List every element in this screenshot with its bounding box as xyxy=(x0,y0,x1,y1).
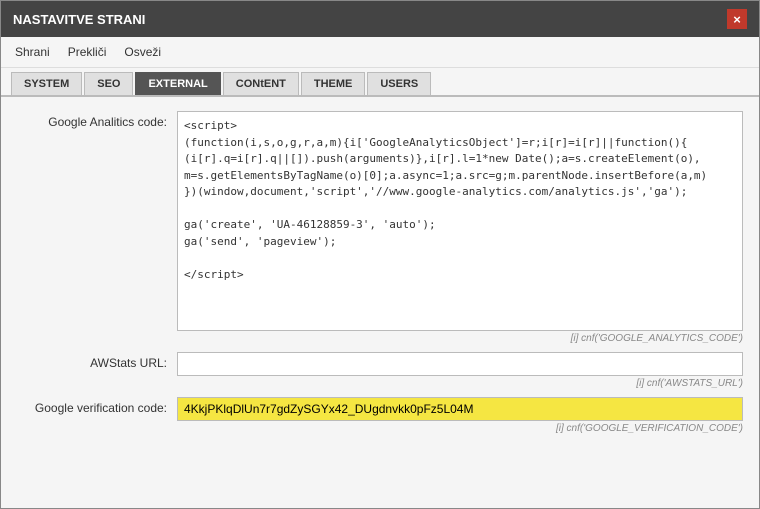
close-button[interactable]: × xyxy=(727,9,747,29)
awstats-field: [i] cnf('AWSTATS_URL') xyxy=(177,352,743,389)
awstats-row: AWStats URL: [i] cnf('AWSTATS_URL') xyxy=(17,352,743,389)
modal-toolbar: Shrani Prekliči Osveži xyxy=(1,37,759,68)
tab-external[interactable]: EXTERNAL xyxy=(135,72,220,95)
modal-title: NASTAVITVE STRANI xyxy=(13,12,145,27)
tab-theme[interactable]: THEME xyxy=(301,72,366,95)
tab-content[interactable]: CONtENT xyxy=(223,72,299,95)
verification-input[interactable] xyxy=(177,397,743,421)
analytics-field: [i] cnf('GOOGLE_ANALYTICS_CODE') xyxy=(177,111,743,344)
tab-system[interactable]: SYSTEM xyxy=(11,72,82,95)
analytics-label: Google Analitics code: xyxy=(17,111,177,129)
cancel-button[interactable]: Prekliči xyxy=(64,43,111,61)
awstats-input[interactable] xyxy=(177,352,743,376)
tab-seo[interactable]: SEO xyxy=(84,72,133,95)
verification-field: [i] cnf('GOOGLE_VERIFICATION_CODE') xyxy=(177,397,743,434)
analytics-row: Google Analitics code: [i] cnf('GOOGLE_A… xyxy=(17,111,743,344)
awstats-label: AWStats URL: xyxy=(17,352,177,370)
verification-row: Google verification code: [i] cnf('GOOGL… xyxy=(17,397,743,434)
modal-window: NASTAVITVE STRANI × Shrani Prekliči Osve… xyxy=(0,0,760,509)
awstats-hint: [i] cnf('AWSTATS_URL') xyxy=(177,378,743,389)
tab-users[interactable]: USERS xyxy=(367,72,431,95)
modal-header: NASTAVITVE STRANI × xyxy=(1,1,759,37)
refresh-button[interactable]: Osveži xyxy=(120,43,165,61)
analytics-hint: [i] cnf('GOOGLE_ANALYTICS_CODE') xyxy=(177,333,743,344)
analytics-textarea[interactable] xyxy=(177,111,743,331)
modal-body: Google Analitics code: [i] cnf('GOOGLE_A… xyxy=(1,97,759,508)
verification-hint: [i] cnf('GOOGLE_VERIFICATION_CODE') xyxy=(177,423,743,434)
save-button[interactable]: Shrani xyxy=(11,43,54,61)
modal-tabs: SYSTEM SEO EXTERNAL CONtENT THEME USERS xyxy=(1,68,759,97)
verification-label: Google verification code: xyxy=(17,397,177,415)
